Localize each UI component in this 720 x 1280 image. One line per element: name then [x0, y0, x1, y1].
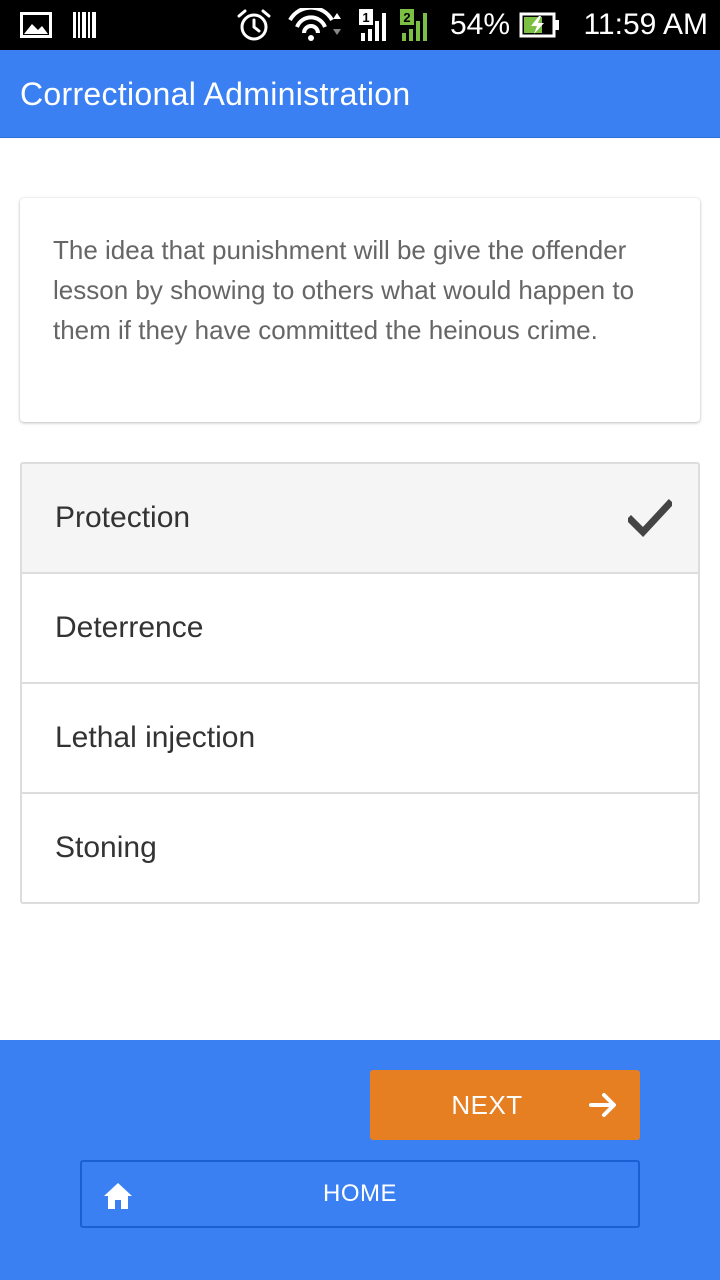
next-label: NEXT — [451, 1090, 523, 1120]
battery-charging-icon — [518, 0, 562, 50]
answer-label: Stoning — [55, 831, 157, 864]
signal-sim2-icon: 2 — [397, 0, 437, 50]
arrow-right-icon — [588, 1090, 618, 1120]
app-title: Correctional Administration — [20, 76, 411, 112]
home-button[interactable]: HOME — [80, 1160, 640, 1228]
clock: 11:59 AM — [583, 8, 708, 41]
gallery-icon — [18, 0, 54, 50]
answer-list: Protection Deterrence Lethal injection S… — [20, 462, 700, 904]
status-bar: 1 2 54% 11:59 AM — [0, 0, 720, 50]
check-icon — [626, 498, 674, 538]
wifi-icon — [286, 0, 346, 50]
footer: NEXT HOME — [0, 1040, 720, 1280]
answer-label: Protection — [55, 501, 191, 534]
sim1-label: 1 — [362, 10, 369, 25]
answer-option-deterrence[interactable]: Deterrence — [22, 574, 698, 684]
barcode-icon — [70, 0, 100, 50]
battery-percent: 54% — [450, 8, 511, 41]
question-card: The idea that punishment will be give th… — [20, 198, 700, 422]
answer-label: Lethal injection — [55, 721, 256, 754]
next-button[interactable]: NEXT — [370, 1070, 640, 1140]
home-label: HOME — [323, 1180, 397, 1207]
answer-option-lethal-injection[interactable]: Lethal injection — [22, 684, 698, 794]
answer-option-stoning[interactable]: Stoning — [22, 794, 698, 902]
answer-option-protection[interactable]: Protection — [22, 464, 698, 574]
answer-label: Deterrence — [55, 611, 204, 644]
signal-sim1-icon: 1 — [356, 0, 396, 50]
question-text: The idea that punishment will be give th… — [53, 235, 635, 345]
app-bar: Correctional Administration — [0, 50, 720, 138]
sim2-label: 2 — [403, 10, 410, 25]
alarm-icon — [234, 0, 274, 50]
